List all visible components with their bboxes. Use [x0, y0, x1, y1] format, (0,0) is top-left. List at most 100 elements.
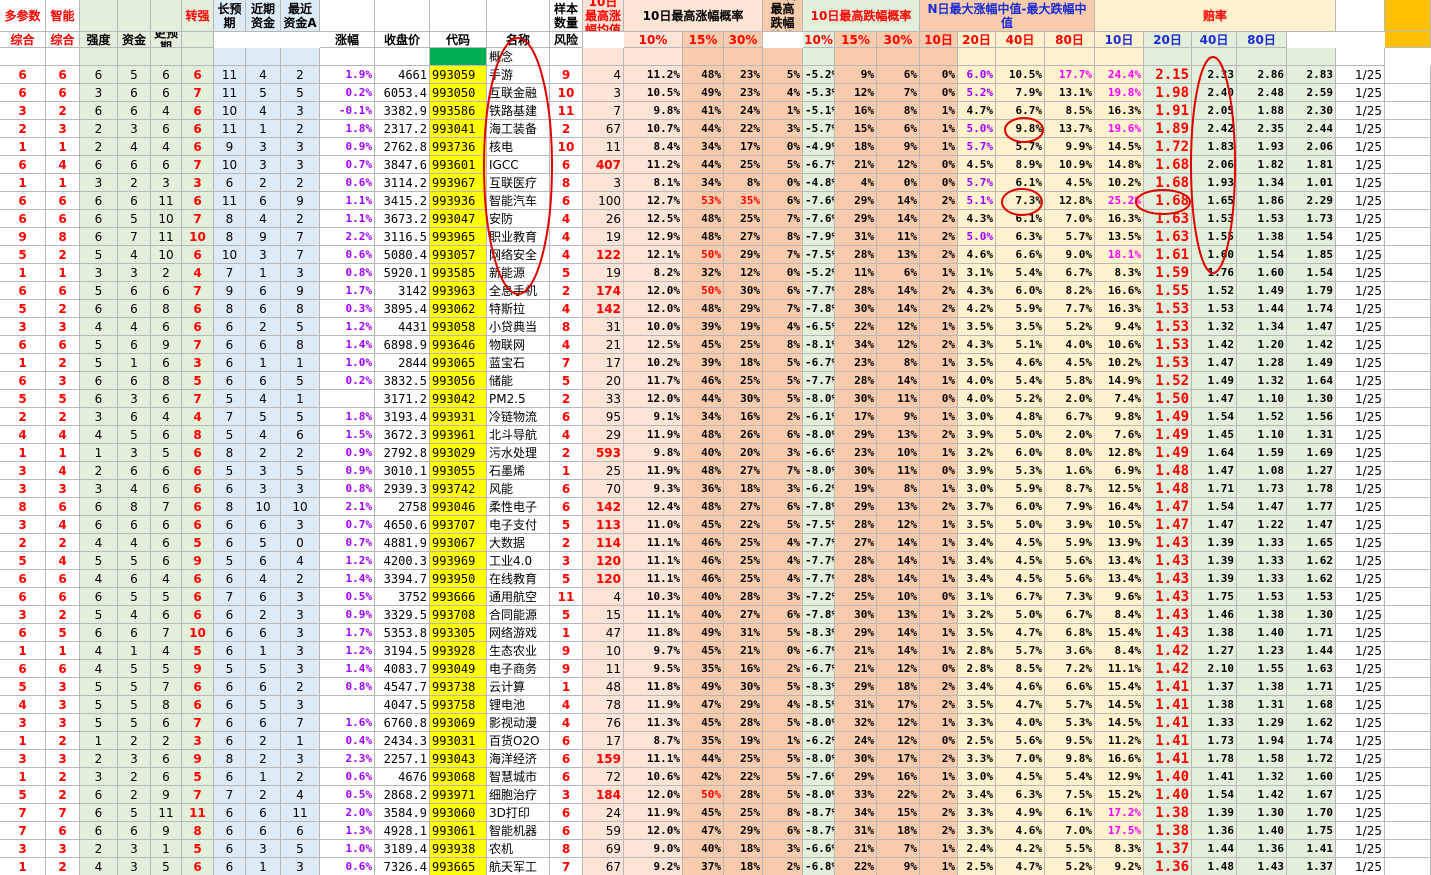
- row-8-code[interactable]: 993047: [430, 210, 487, 228]
- row-35-name[interactable]: 锂电池: [487, 696, 550, 714]
- row-32-odds-10d: 1.42: [1144, 642, 1192, 660]
- row-27-code[interactable]: 993969: [430, 552, 487, 570]
- row-41-median-40d: 6.1%: [1045, 804, 1095, 822]
- row-2-name[interactable]: 铁路基建: [487, 102, 550, 120]
- row-20-code[interactable]: 993961: [430, 426, 487, 444]
- row-3-name[interactable]: 海工装备: [487, 120, 550, 138]
- row-13-name[interactable]: 特斯拉: [487, 300, 550, 318]
- row-11-name[interactable]: 新能源: [487, 264, 550, 282]
- row-25-name[interactable]: 电子支付: [487, 516, 550, 534]
- row-20-name[interactable]: 北斗导航: [487, 426, 550, 444]
- row-22-name[interactable]: 石墨烯: [487, 462, 550, 480]
- row-9-name[interactable]: 职业教育: [487, 228, 550, 246]
- row-44-name[interactable]: 航天军工: [487, 858, 550, 875]
- row-41-name[interactable]: 3D打印: [487, 804, 550, 822]
- row-42-name[interactable]: 智能机器: [487, 822, 550, 840]
- row-5-recent-capital-a: 3: [281, 156, 320, 174]
- row-33-name[interactable]: 电子商务: [487, 660, 550, 678]
- row-31-name[interactable]: 网络游戏: [487, 624, 550, 642]
- row-17-code[interactable]: 993056: [430, 372, 487, 390]
- row-37-code[interactable]: 993031: [430, 732, 487, 750]
- row-39-odds-40d: 1.32: [1237, 768, 1287, 786]
- row-16-code[interactable]: 993065: [430, 354, 487, 372]
- row-2-code[interactable]: 993586: [430, 102, 487, 120]
- row-10-name[interactable]: 网络安全: [487, 246, 550, 264]
- row-40-name[interactable]: 细胞治疗: [487, 786, 550, 804]
- row-43-name[interactable]: 农机: [487, 840, 550, 858]
- row-21-name[interactable]: 污水处理: [487, 444, 550, 462]
- row-22-code[interactable]: 993055: [430, 462, 487, 480]
- row-28-code[interactable]: 993950: [430, 570, 487, 588]
- row-38-name[interactable]: 海洋经济: [487, 750, 550, 768]
- row-12-code[interactable]: 993963: [430, 282, 487, 300]
- row-6-code[interactable]: 993967: [430, 174, 487, 192]
- row-24-name[interactable]: 柔性电子: [487, 498, 550, 516]
- row-31-code[interactable]: 993305: [430, 624, 487, 642]
- row-19-code[interactable]: 993931: [430, 408, 487, 426]
- row-40-code[interactable]: 993971: [430, 786, 487, 804]
- row-39-name[interactable]: 智慧城市: [487, 768, 550, 786]
- row-19-name[interactable]: 冷链物流: [487, 408, 550, 426]
- row-38-code[interactable]: 993043: [430, 750, 487, 768]
- row-37-name[interactable]: 百货O2O: [487, 732, 550, 750]
- row-25-code[interactable]: 993707: [430, 516, 487, 534]
- row-3-code[interactable]: 993041: [430, 120, 487, 138]
- row-23-capital: 4: [118, 480, 151, 498]
- row-41-code[interactable]: 993060: [430, 804, 487, 822]
- row-33-code[interactable]: 993049: [430, 660, 487, 678]
- row-34-drop-prob-10: 29%: [835, 678, 877, 696]
- row-21-code[interactable]: 993029: [430, 444, 487, 462]
- row-41-sample-count: 24: [583, 804, 624, 822]
- row-26-name[interactable]: 大数据: [487, 534, 550, 552]
- row-7-name[interactable]: 智能汽车: [487, 192, 550, 210]
- row-23-code[interactable]: 993742: [430, 480, 487, 498]
- row-26-code[interactable]: 993067: [430, 534, 487, 552]
- row-25-recent-capital: 6: [246, 516, 281, 534]
- row-32-code[interactable]: 993928: [430, 642, 487, 660]
- row-12-name[interactable]: 全息手机: [487, 282, 550, 300]
- row-35-code[interactable]: 993758: [430, 696, 487, 714]
- row-14-code[interactable]: 993058: [430, 318, 487, 336]
- row-14-name[interactable]: 小贷典当: [487, 318, 550, 336]
- row-26-median-40d: 5.9%: [1045, 534, 1095, 552]
- row-39-code[interactable]: 993068: [430, 768, 487, 786]
- row-34-code[interactable]: 993738: [430, 678, 487, 696]
- row-18-name[interactable]: PM2.5: [487, 390, 550, 408]
- row-11-code[interactable]: 993585: [430, 264, 487, 282]
- row-8-name[interactable]: 安防: [487, 210, 550, 228]
- concept-row-cell-17: [724, 48, 763, 66]
- row-42-code[interactable]: 993061: [430, 822, 487, 840]
- row-29-name[interactable]: 通用航空: [487, 588, 550, 606]
- row-32-name[interactable]: 生态农业: [487, 642, 550, 660]
- row-17-name[interactable]: 储能: [487, 372, 550, 390]
- row-10-code[interactable]: 993057: [430, 246, 487, 264]
- row-1-name[interactable]: 互联金融: [487, 84, 550, 102]
- row-24-code[interactable]: 993046: [430, 498, 487, 516]
- row-44-code[interactable]: 993665: [430, 858, 487, 875]
- row-15-name[interactable]: 物联网: [487, 336, 550, 354]
- row-16-name[interactable]: 蓝宝石: [487, 354, 550, 372]
- row-36-code[interactable]: 993069: [430, 714, 487, 732]
- row-29-code[interactable]: 993666: [430, 588, 487, 606]
- row-4-name[interactable]: 核电: [487, 138, 550, 156]
- row-13-code[interactable]: 993062: [430, 300, 487, 318]
- row-9-code[interactable]: 993965: [430, 228, 487, 246]
- row-1-code[interactable]: 993050: [430, 84, 487, 102]
- row-34-name[interactable]: 云计算: [487, 678, 550, 696]
- row-36-name[interactable]: 影视动漫: [487, 714, 550, 732]
- row-5-name[interactable]: IGCC: [487, 156, 550, 174]
- row-6-name[interactable]: 互联医疗: [487, 174, 550, 192]
- row-7-code[interactable]: 993936: [430, 192, 487, 210]
- row-27-name[interactable]: 工业4.0: [487, 552, 550, 570]
- row-30-code[interactable]: 993708: [430, 606, 487, 624]
- row-5-code[interactable]: 993601: [430, 156, 487, 174]
- row-0-name[interactable]: 手游: [487, 66, 550, 84]
- row-4-code[interactable]: 993736: [430, 138, 487, 156]
- row-15-code[interactable]: 993646: [430, 336, 487, 354]
- row-30-name[interactable]: 合同能源: [487, 606, 550, 624]
- row-0-code[interactable]: 993059: [430, 66, 487, 84]
- row-28-name[interactable]: 在线教育: [487, 570, 550, 588]
- row-23-name[interactable]: 风能: [487, 480, 550, 498]
- row-18-code[interactable]: 993042: [430, 390, 487, 408]
- row-43-code[interactable]: 993938: [430, 840, 487, 858]
